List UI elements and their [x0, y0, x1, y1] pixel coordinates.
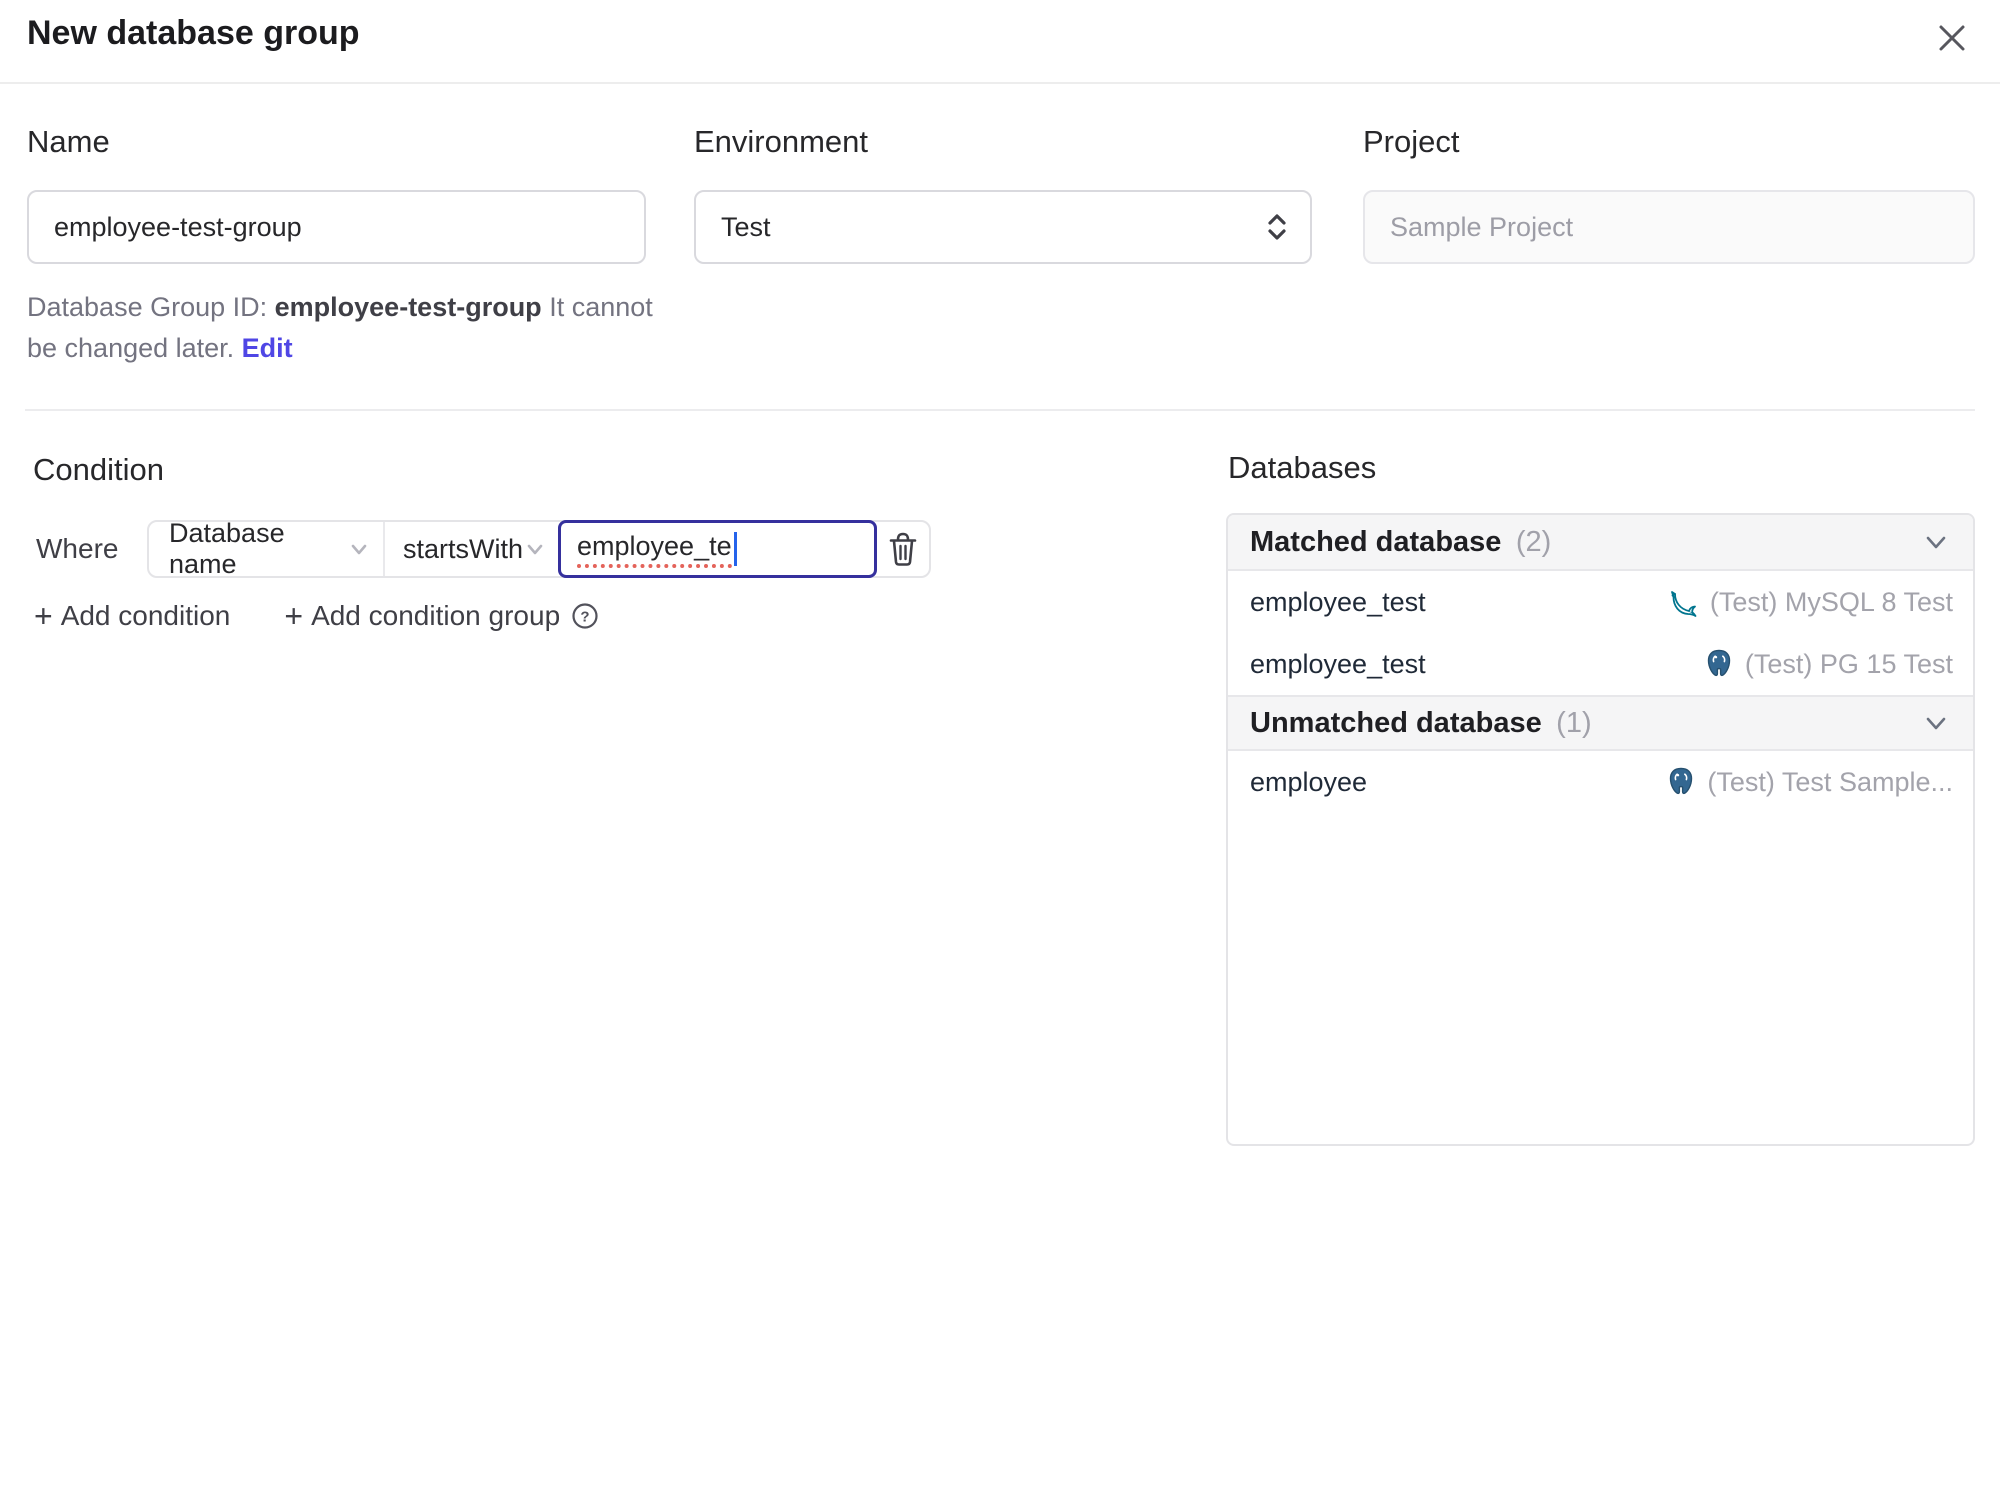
- text-caret: [733, 532, 737, 566]
- close-button[interactable]: [1930, 16, 1974, 60]
- name-input[interactable]: [29, 211, 644, 243]
- delete-condition-button[interactable]: [877, 522, 929, 576]
- section-divider: [25, 409, 1975, 411]
- database-name: employee_test: [1250, 586, 1426, 617]
- project-label: Project: [1363, 124, 1460, 159]
- dialog-titlebar: New database group: [0, 0, 2000, 84]
- database-name: employee_test: [1250, 648, 1426, 679]
- condition-value-text: employee_te: [577, 531, 732, 568]
- environment-label: Environment: [694, 124, 869, 159]
- databases-panel: Matched database (2) employee_test (Test…: [1226, 513, 1975, 1146]
- help-icon[interactable]: ?: [570, 601, 600, 631]
- table-row: employee_test (Test) PG 15 Test: [1228, 633, 1973, 695]
- close-icon: [1934, 20, 1970, 56]
- condition-value-input[interactable]: employee_te: [558, 520, 877, 578]
- trash-icon: [886, 531, 920, 567]
- database-instance: (Test) Test Sample...: [1665, 766, 1953, 798]
- new-database-group-dialog: New database group Name Environment Proj…: [0, 0, 2000, 1500]
- page-title: New database group: [27, 14, 360, 52]
- database-group-id-value: employee-test-group: [274, 292, 542, 322]
- name-field-wrapper: [27, 190, 646, 264]
- name-label: Name: [27, 124, 110, 159]
- table-row: employee (Test) Test Sample...: [1228, 751, 1973, 813]
- condition-actions: + Add condition + Add condition group ?: [34, 600, 600, 632]
- mysql-icon: [1668, 586, 1700, 618]
- unmatched-database-title: Unmatched database: [1250, 706, 1542, 739]
- chevron-down-icon: [347, 537, 371, 561]
- postgresql-icon: [1703, 648, 1735, 680]
- database-name: employee: [1250, 766, 1368, 797]
- svg-text:?: ?: [581, 609, 590, 626]
- database-instance: (Test) PG 15 Test: [1703, 648, 1953, 680]
- chevron-down-icon: [1921, 527, 1951, 557]
- add-condition-button[interactable]: + Add condition: [34, 600, 230, 632]
- database-instance: (Test) MySQL 8 Test: [1668, 586, 1953, 618]
- matched-database-count: (2): [1515, 525, 1552, 558]
- table-row: employee_test (Test) MySQL 8 Test: [1228, 571, 1973, 633]
- postgresql-icon: [1665, 766, 1697, 798]
- databases-heading: Databases: [1228, 450, 1377, 485]
- matched-database-title: Matched database: [1250, 525, 1502, 558]
- project-value: Sample Project: [1390, 211, 1574, 242]
- matched-database-header[interactable]: Matched database (2): [1228, 515, 1973, 571]
- condition-operator-select[interactable]: startsWith: [385, 522, 558, 576]
- project-field: Sample Project: [1363, 190, 1975, 264]
- where-label: Where: [36, 533, 119, 564]
- environment-select[interactable]: Test: [694, 190, 1312, 264]
- selector-icon: [1264, 212, 1290, 242]
- environment-value: Test: [721, 211, 771, 242]
- unmatched-database-count: (1): [1556, 706, 1592, 739]
- condition-heading: Condition: [33, 452, 164, 487]
- edit-id-link[interactable]: Edit: [242, 333, 293, 363]
- unmatched-database-header[interactable]: Unmatched database (1): [1228, 695, 1973, 751]
- database-group-id-note: Database Group ID: employee-test-group I…: [27, 292, 653, 363]
- condition-row: Database name startsWith employee_te: [147, 518, 931, 579]
- chevron-down-icon: [1921, 708, 1951, 738]
- chevron-down-icon: [523, 537, 547, 561]
- plus-icon: +: [34, 598, 53, 634]
- add-condition-group-button[interactable]: + Add condition group ?: [284, 600, 600, 632]
- condition-field-select[interactable]: Database name: [149, 518, 385, 579]
- plus-icon: +: [284, 598, 304, 634]
